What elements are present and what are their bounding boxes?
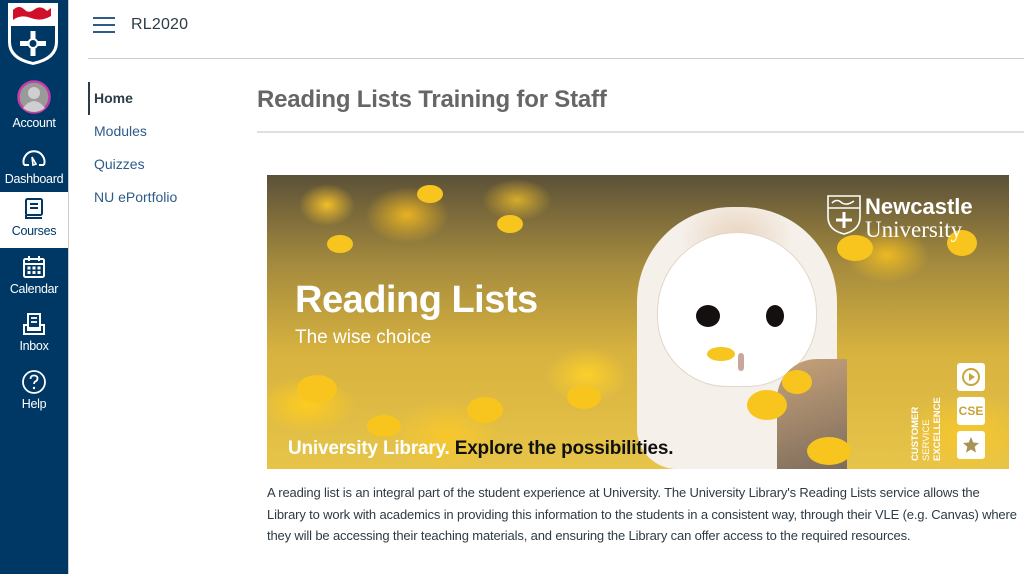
global-nav-help[interactable]: Help [0,365,68,417]
course-navigation: Home Modules Quizzes NU ePortfolio [88,82,238,214]
owl-eye [696,305,720,327]
header-divider [88,58,1024,59]
avatar-icon [17,80,51,114]
logo-university: University [865,217,963,242]
owl-face [657,232,817,387]
banner-subtitle: The wise choice [295,327,432,348]
flower-decoration [417,185,443,203]
hamburger-menu-button[interactable] [93,17,115,35]
flower-decoration [327,235,353,253]
flower-decoration [567,385,601,409]
banner-tagline-light: University Library. [288,438,450,459]
banner-title: Reading Lists [295,279,538,321]
global-nav-courses[interactable]: Courses [0,192,68,248]
star-icon [957,431,985,459]
reading-lists-banner-image: Reading Lists The wise choice University… [267,175,1009,469]
inbox-icon [21,311,47,337]
owl-eye [766,305,784,327]
course-nav-nu-eportfolio[interactable]: NU ePortfolio [88,181,238,214]
flower-decoration [747,390,787,420]
newcastle-university-banner-logo: Newcastle University [827,195,973,241]
hamburger-icon-line [93,31,115,33]
book-icon [21,196,47,222]
banner-tagline: University Library. Explore the possibil… [288,438,674,460]
flower-decoration [707,347,735,361]
cse-line-customer: CUSTOMER [910,406,921,461]
play-icon [957,363,985,391]
global-nav-calendar-label: Calendar [9,282,59,296]
flower-decoration [367,415,401,437]
global-nav-account[interactable]: Account [0,72,68,134]
cse-line-service: SERVICE [921,419,932,461]
flower-decoration [807,437,851,465]
flower-decoration [497,215,523,233]
global-nav-calendar[interactable]: Calendar [0,250,68,302]
flower-decoration [782,370,812,394]
global-nav-dashboard[interactable]: Dashboard [0,140,68,190]
barn-owl-image [637,207,847,469]
global-nav-help-label: Help [21,397,47,411]
cse-line-excellence: EXCELLENCE [932,397,943,461]
course-nav-modules[interactable]: Modules [88,115,238,148]
hamburger-icon [93,17,115,19]
owl-beak [738,353,744,371]
global-nav-divider [68,0,69,574]
intro-paragraph: A reading list is an integral part of th… [267,485,1017,543]
course-header: RL2020 [69,0,1024,58]
calendar-icon [21,254,47,280]
hamburger-icon-line [93,24,115,26]
course-nav-quizzes[interactable]: Quizzes [88,148,238,181]
cse-text-badge: CSE [957,397,985,425]
breadcrumb-course[interactable]: RL2020 [131,16,188,34]
banner-tagline-dark: Explore the possibilities. [449,438,674,459]
course-nav-home[interactable]: Home [88,82,238,115]
global-nav-inbox-label: Inbox [19,339,49,353]
newcastle-university-logo-icon[interactable] [7,2,59,66]
flower-decoration [467,397,503,423]
dashboard-gauge-icon [21,144,47,170]
page-title: Reading Lists Training for Staff [257,86,607,113]
global-nav-dashboard-label: Dashboard [4,172,64,186]
global-nav-courses-label: Courses [11,224,57,238]
shield-icon [827,195,861,235]
cse-vertical-text: CUSTOMER SERVICE EXCELLENCE [909,363,945,463]
customer-service-excellence-badge: CUSTOMER SERVICE EXCELLENCE CSE [909,363,987,463]
global-nav-account-label: Account [12,116,56,130]
global-navigation: Account Dashboard Courses Calendar Inbox… [0,0,68,574]
title-divider [257,131,1024,133]
global-nav-inbox[interactable]: Inbox [0,307,68,359]
flower-decoration [297,375,337,403]
question-circle-icon [21,369,47,395]
logo-newcastle: Newcastle [865,194,973,219]
